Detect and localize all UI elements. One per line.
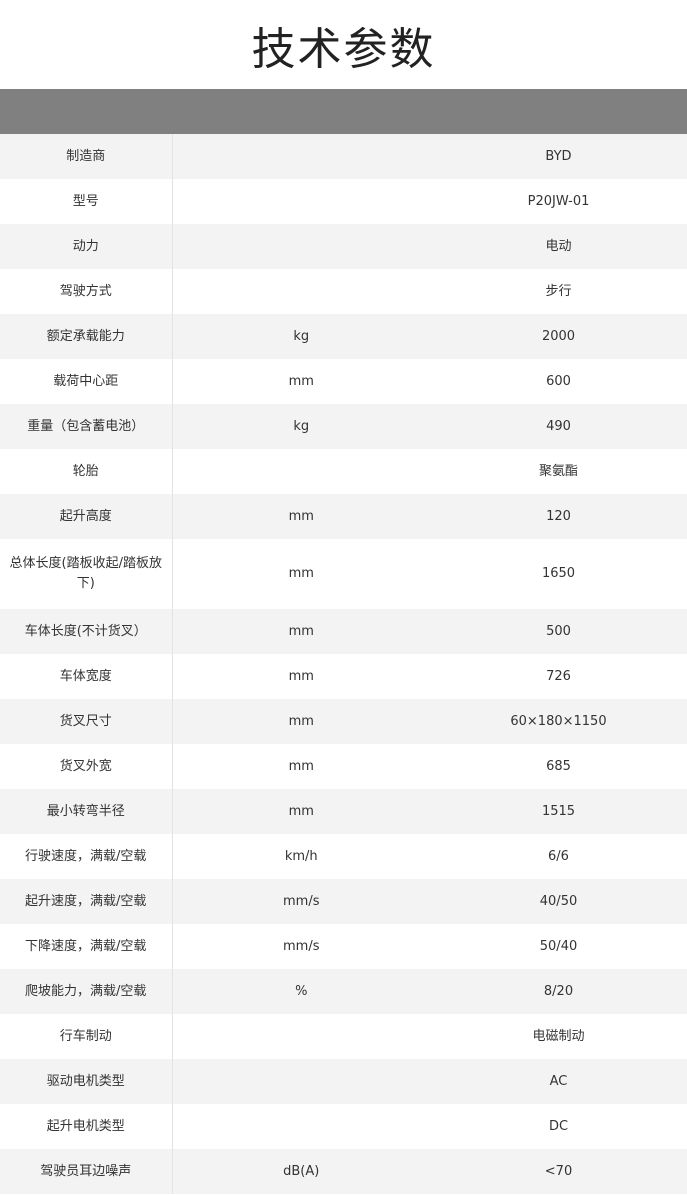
table-row: 额定承载能力 kg 2000 <box>0 314 687 359</box>
param-unit: mm/s <box>172 879 430 924</box>
param-name: 额定承载能力 <box>0 314 173 359</box>
param-value: 步行 <box>430 269 687 314</box>
table-row: 行车制动 电磁制动 <box>0 1014 687 1059</box>
param-value: <70 <box>430 1149 687 1194</box>
param-unit: mm <box>172 744 430 789</box>
param-unit: mm <box>172 699 430 744</box>
table-row: 驱动电机类型 AC <box>0 1059 687 1104</box>
param-name: 制造商 <box>0 134 173 179</box>
table-row: 最小转弯半径 mm 1515 <box>0 789 687 834</box>
param-name: 起升高度 <box>0 494 173 539</box>
param-value: 726 <box>430 654 687 699</box>
param-value: P20JW-01 <box>430 179 687 224</box>
page-title: 技术参数 <box>251 24 436 75</box>
table-row: 制造商 BYD <box>0 134 687 179</box>
param-value: 电磁制动 <box>430 1014 687 1059</box>
param-value: 685 <box>430 744 687 789</box>
param-value: DC <box>430 1104 687 1149</box>
table-row: 车体宽度 mm 726 <box>0 654 687 699</box>
param-unit: dB(A) <box>172 1149 430 1194</box>
param-name: 总体长度(踏板收起/踏板放下) <box>0 539 173 609</box>
table-row: 爬坡能力，满载/空载 % 8/20 <box>0 969 687 1014</box>
table-row: 驾驶方式 步行 <box>0 269 687 314</box>
param-unit <box>172 1059 430 1104</box>
param-value: 60×180×1150 <box>430 699 687 744</box>
param-unit <box>172 179 430 224</box>
param-value: BYD <box>430 134 687 179</box>
param-value: 1515 <box>430 789 687 834</box>
param-unit <box>172 224 430 269</box>
table-row: 动力 电动 <box>0 224 687 269</box>
table-row: 总体长度(踏板收起/踏板放下) mm 1650 <box>0 539 687 609</box>
table-row: 重量（包含蓄电池） kg 490 <box>0 404 687 449</box>
param-name: 车体长度(不计货叉） <box>0 609 173 654</box>
table-row: 起升电机类型 DC <box>0 1104 687 1149</box>
param-value: 50/40 <box>430 924 687 969</box>
table-header-bar <box>0 89 687 134</box>
param-unit <box>172 1014 430 1059</box>
param-name: 驾驶员耳边噪声 <box>0 1149 173 1194</box>
param-value: 聚氨酯 <box>430 449 687 494</box>
param-value: 1650 <box>430 539 687 609</box>
table-row: 下降速度，满载/空载 mm/s 50/40 <box>0 924 687 969</box>
table-row: 车体长度(不计货叉） mm 500 <box>0 609 687 654</box>
param-value: 6/6 <box>430 834 687 879</box>
param-name: 载荷中心距 <box>0 359 173 404</box>
param-value: 40/50 <box>430 879 687 924</box>
param-name: 起升电机类型 <box>0 1104 173 1149</box>
param-unit <box>172 1104 430 1149</box>
param-name: 起升速度，满载/空载 <box>0 879 173 924</box>
param-value: AC <box>430 1059 687 1104</box>
param-name: 驾驶方式 <box>0 269 173 314</box>
param-unit: kg <box>172 314 430 359</box>
param-name: 驱动电机类型 <box>0 1059 173 1104</box>
spec-table: 制造商 BYD 型号 P20JW-01 动力 电动 驾驶方式 步行 额定承载能力… <box>0 134 687 1194</box>
table-row: 载荷中心距 mm 600 <box>0 359 687 404</box>
param-unit: mm <box>172 654 430 699</box>
param-name: 行驶速度，满载/空载 <box>0 834 173 879</box>
param-unit: mm <box>172 494 430 539</box>
param-name: 行车制动 <box>0 1014 173 1059</box>
param-name: 下降速度，满载/空载 <box>0 924 173 969</box>
param-value: 2000 <box>430 314 687 359</box>
param-name: 爬坡能力，满载/空载 <box>0 969 173 1014</box>
param-unit: km/h <box>172 834 430 879</box>
param-value: 8/20 <box>430 969 687 1014</box>
param-name: 轮胎 <box>0 449 173 494</box>
param-unit <box>172 269 430 314</box>
param-unit: mm <box>172 359 430 404</box>
param-unit: kg <box>172 404 430 449</box>
param-unit <box>172 134 430 179</box>
param-unit: % <box>172 969 430 1014</box>
table-row: 型号 P20JW-01 <box>0 179 687 224</box>
param-unit: mm <box>172 539 430 609</box>
param-unit: mm <box>172 789 430 834</box>
param-value: 490 <box>430 404 687 449</box>
param-name: 车体宽度 <box>0 654 173 699</box>
param-name: 货叉外宽 <box>0 744 173 789</box>
param-unit: mm <box>172 609 430 654</box>
table-row: 起升高度 mm 120 <box>0 494 687 539</box>
param-value: 电动 <box>430 224 687 269</box>
param-name: 重量（包含蓄电池） <box>0 404 173 449</box>
param-unit: mm/s <box>172 924 430 969</box>
table-row: 驾驶员耳边噪声 dB(A) <70 <box>0 1149 687 1194</box>
param-value: 600 <box>430 359 687 404</box>
table-row: 轮胎 聚氨酯 <box>0 449 687 494</box>
table-row: 货叉外宽 mm 685 <box>0 744 687 789</box>
param-name: 最小转弯半径 <box>0 789 173 834</box>
table-row: 起升速度，满载/空载 mm/s 40/50 <box>0 879 687 924</box>
param-value: 500 <box>430 609 687 654</box>
param-name: 动力 <box>0 224 173 269</box>
table-row: 货叉尺寸 mm 60×180×1150 <box>0 699 687 744</box>
table-row: 行驶速度，满载/空载 km/h 6/6 <box>0 834 687 879</box>
param-value: 120 <box>430 494 687 539</box>
param-name: 货叉尺寸 <box>0 699 173 744</box>
param-name: 型号 <box>0 179 173 224</box>
param-unit <box>172 449 430 494</box>
